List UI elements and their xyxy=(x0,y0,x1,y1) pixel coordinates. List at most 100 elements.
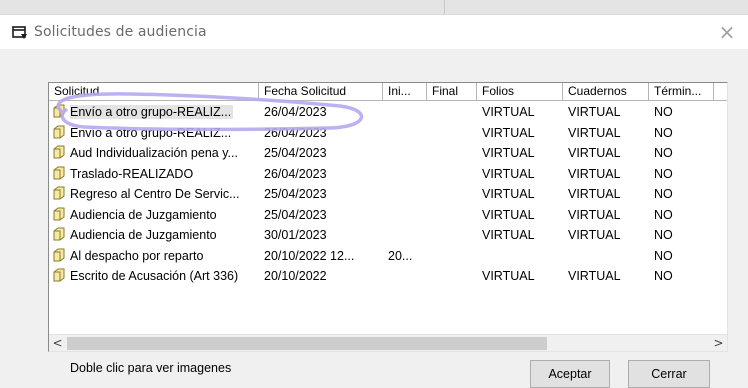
cell-fecha: 25/04/2023 xyxy=(264,146,327,160)
cell-final xyxy=(427,205,477,225)
table-row[interactable]: Audiencia de Juzgamiento 30/01/2023 VIRTUA… xyxy=(49,225,727,246)
cell-folios: VIRTUAL xyxy=(482,105,535,119)
horizontal-scrollbar[interactable]: < > xyxy=(49,334,727,351)
cell-cuadernos: VIRTUAL xyxy=(568,125,621,140)
folder-icon xyxy=(53,104,65,118)
table-row[interactable]: Audiencia de Juzgamiento 25/04/2023 VIRTUA… xyxy=(49,205,727,226)
cell-final xyxy=(427,164,477,184)
folder-icon xyxy=(53,207,65,220)
cell-final xyxy=(427,266,477,286)
table-row[interactable]: Traslado-REALIZADO 26/04/2023 VIRTUAL VIRTU… xyxy=(49,164,727,185)
table-row[interactable]: Escrito de Acusación (Art 336) 20/10/2022… xyxy=(49,266,727,287)
cell-solicitud: Al despacho por reparto xyxy=(49,246,259,266)
row-label: Audiencia de Juzgamiento xyxy=(70,228,217,242)
scrollbar-thumb[interactable] xyxy=(67,337,547,350)
cell-solicitud: Envío a otro grupo-REALIZ... xyxy=(49,123,259,143)
cell-solicitud: Traslado-REALIZADO xyxy=(49,164,259,184)
cell-fecha: 30/01/2023 xyxy=(264,228,327,242)
column-header-fecha[interactable]: Fecha Solicitud xyxy=(259,83,383,101)
cell-fecha: 20/10/2022 xyxy=(264,269,327,283)
cell-fecha: 25/04/2023 xyxy=(264,187,327,201)
close-button[interactable]: Cerrar xyxy=(628,360,710,388)
row-label: Envío a otro grupo-REALIZ... xyxy=(70,105,234,119)
requests-list[interactable]: Solicitud Fecha Solicitud Ini... Final F… xyxy=(48,82,728,352)
row-label: Traslado-REALIZADO xyxy=(70,166,194,181)
cell-cuadernos: VIRTUAL xyxy=(568,207,621,222)
cell-inicio xyxy=(383,184,427,204)
cell-solicitud: Aud Individualización pena y... xyxy=(49,143,259,163)
list-header: Solicitud Fecha Solicitud Ini... Final F… xyxy=(49,83,727,101)
cell-final xyxy=(427,225,477,245)
cell-cuadernos: VIRTUAL xyxy=(568,146,621,160)
cell-cuadernos: VIRTUAL xyxy=(568,166,621,181)
column-header-final[interactable]: Final xyxy=(427,83,477,101)
cell-inicio xyxy=(383,102,427,122)
accept-button[interactable]: Aceptar xyxy=(530,360,610,388)
double-click-hint: Doble clic para ver imagenes xyxy=(70,361,232,375)
folder-icon xyxy=(53,166,65,179)
cell-inicio xyxy=(383,143,427,163)
folder-icon xyxy=(53,186,65,200)
cell-termino: NO xyxy=(654,228,673,242)
cell-termino: NO xyxy=(654,125,673,140)
cell-folios: VIRTUAL xyxy=(482,166,535,181)
cell-cuadernos: VIRTUAL xyxy=(568,269,621,283)
cell-folios: VIRTUAL xyxy=(482,228,535,242)
cell-fecha: 20/10/2022 12... xyxy=(264,248,355,263)
scroll-right-arrow-icon[interactable]: > xyxy=(710,335,727,351)
row-label: Aud Individualización pena y... xyxy=(70,146,238,160)
list-rows: Envío a otro grupo-REALIZ... 26/04/2023 VI… xyxy=(49,102,727,287)
cell-inicio xyxy=(383,225,427,245)
cell-termino: NO xyxy=(654,166,673,181)
row-label: Audiencia de Juzgamiento xyxy=(70,207,217,222)
cell-folios: VIRTUAL xyxy=(482,187,535,201)
column-header-folios[interactable]: Folios xyxy=(477,83,563,101)
cell-cuadernos xyxy=(563,246,649,266)
folder-icon xyxy=(53,227,65,241)
table-row[interactable]: Envío a otro grupo-REALIZ... 26/04/2023 VI… xyxy=(49,123,727,144)
cell-folios: VIRTUAL xyxy=(482,125,535,140)
column-header-cuadernos[interactable]: Cuadernos xyxy=(563,83,649,101)
table-row[interactable]: Aud Individualización pena y... 25/04/202… xyxy=(49,143,727,164)
cell-inicio xyxy=(383,205,427,225)
column-header-inicio[interactable]: Ini... xyxy=(383,83,427,101)
cell-cuadernos: VIRTUAL xyxy=(568,105,621,119)
cell-solicitud: Envío a otro grupo-REALIZ... xyxy=(49,102,259,122)
cell-termino: NO xyxy=(654,187,673,201)
folder-icon xyxy=(53,248,65,261)
window-close-button[interactable]: × xyxy=(712,19,742,45)
cell-solicitud: Audiencia de Juzgamiento xyxy=(49,205,259,225)
folder-icon xyxy=(53,268,65,282)
column-header-termino[interactable]: Térmi­n... xyxy=(649,83,714,101)
row-label: Envío a otro grupo-REALIZ... xyxy=(70,125,232,140)
cell-folios: VIRTUAL xyxy=(482,146,535,160)
row-label: Escrito de Acusación (Art 336) xyxy=(70,269,239,283)
row-label: Al despacho por reparto xyxy=(70,248,204,263)
table-row[interactable]: Envío a otro grupo-REALIZ... 26/04/2023 VI… xyxy=(49,102,727,123)
table-row[interactable]: Al despacho por reparto 20/10/2022 12... 2… xyxy=(49,246,727,267)
table-row[interactable]: Regreso al Centro De Servic... 25/04/2023… xyxy=(49,184,727,205)
column-header-solicitud[interactable]: Solicitud xyxy=(49,83,259,101)
cell-inicio xyxy=(383,266,427,286)
cell-final xyxy=(427,246,477,266)
cell-fecha: 25/04/2023 xyxy=(264,207,327,222)
cell-inicio xyxy=(383,123,427,143)
folder-icon xyxy=(53,145,65,159)
cell-final xyxy=(427,143,477,163)
cell-solicitud: Regreso al Centro De Servic... xyxy=(49,184,259,204)
row-label: Regreso al Centro De Servic... xyxy=(70,187,240,201)
cell-fecha: 26/04/2023 xyxy=(264,125,327,140)
column-header-filler xyxy=(714,83,727,101)
scroll-left-arrow-icon[interactable]: < xyxy=(49,335,66,351)
cell-final xyxy=(427,102,477,122)
cell-cuadernos: VIRTUAL xyxy=(568,187,621,201)
cell-inicio xyxy=(383,164,427,184)
cell-final xyxy=(427,184,477,204)
cell-solicitud: Audiencia de Juzgamiento xyxy=(49,225,259,245)
cell-termino: NO xyxy=(654,248,673,263)
cell-cuadernos: VIRTUAL xyxy=(568,228,621,242)
cell-folios: VIRTUAL xyxy=(482,207,535,222)
cell-final xyxy=(427,123,477,143)
cell-termino: NO xyxy=(654,269,673,283)
cell-fecha: 26/04/2023 xyxy=(264,166,327,181)
